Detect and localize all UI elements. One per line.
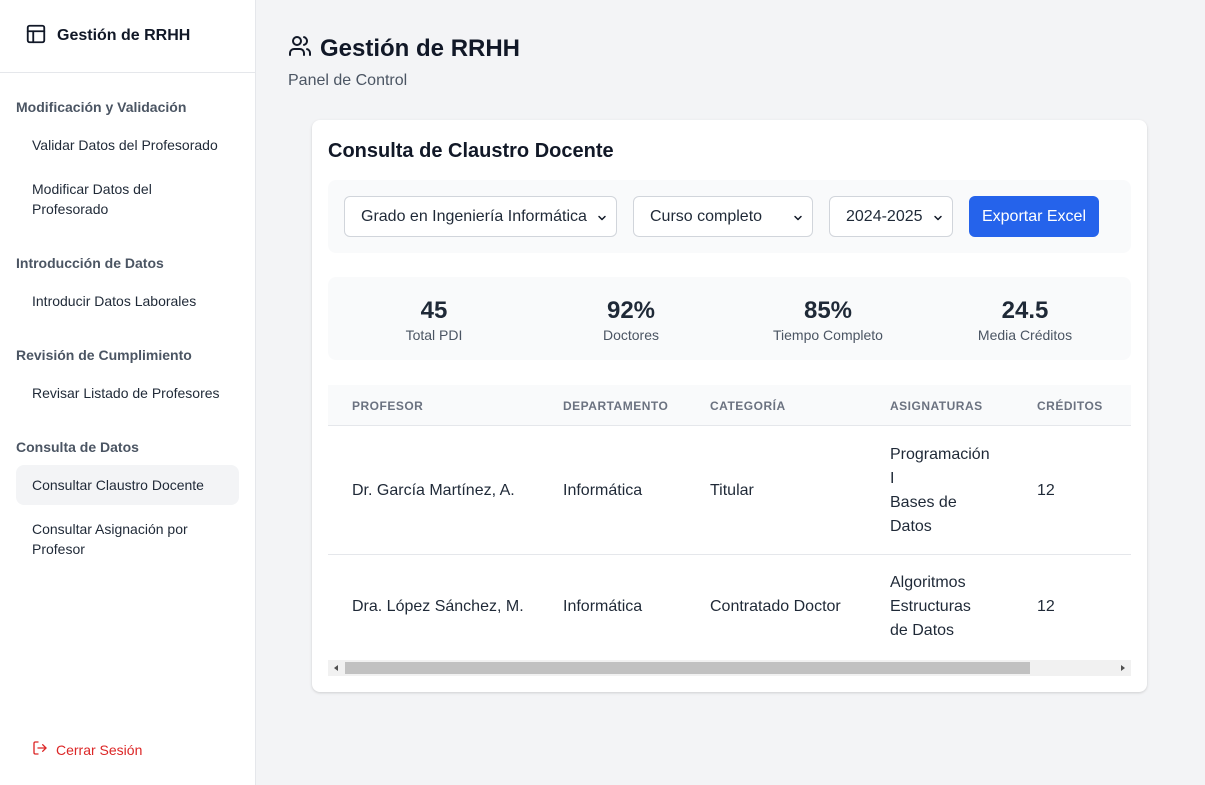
logout-icon xyxy=(32,740,48,759)
sidebar-item-consultar-asignacion[interactable]: Consultar Asignación por Profesor xyxy=(16,509,239,569)
stat-doctores: 92% Doctores xyxy=(531,297,731,343)
table-row: Dr. García Martínez, A. Informática Titu… xyxy=(328,426,1131,555)
cell-departamento: Informática xyxy=(563,598,643,615)
table-row: Dra. López Sánchez, M. Informática Contr… xyxy=(328,555,1131,665)
sidebar-item-introducir-datos[interactable]: Introducir Datos Laborales xyxy=(16,281,239,321)
column-header-profesor[interactable]: PROFESOR xyxy=(352,399,423,413)
claustro-table: PROFESOR DEPARTAMENTO CATEGORÍA ASIGNATU… xyxy=(328,385,1131,677)
column-header-categoria[interactable]: CATEGORÍA xyxy=(710,399,786,413)
stat-tiempo-completo: 85% Tiempo Completo xyxy=(728,297,928,343)
page-title: Gestión de RRHH xyxy=(320,34,521,62)
nav-section-revision: Revisión de Cumplimiento Revisar Listado… xyxy=(16,337,239,413)
degree-select[interactable]: Grado en Ingeniería Informática xyxy=(344,196,617,237)
sidebar-nav: Modificación y Validación Validar Datos … xyxy=(0,73,255,569)
stat-label: Total PDI xyxy=(405,327,463,343)
stat-media-creditos: 24.5 Media Créditos xyxy=(925,297,1125,343)
cell-creditos: 12 xyxy=(1037,482,1055,499)
logout-button[interactable]: Cerrar Sesión xyxy=(32,740,142,759)
brand-title: Gestión de RRHH xyxy=(57,27,191,44)
chevron-down-icon xyxy=(792,211,804,229)
stat-label: Doctores xyxy=(602,327,660,343)
column-header-creditos[interactable]: CRÉDITOS xyxy=(1037,399,1103,413)
year-select[interactable]: 2024-2025 xyxy=(829,196,953,237)
scroll-left-icon[interactable] xyxy=(334,665,338,671)
degree-select-value: Grado en Ingeniería Informática xyxy=(361,207,587,225)
scroll-right-icon[interactable] xyxy=(1121,665,1125,671)
horizontal-scrollbar[interactable] xyxy=(328,660,1131,676)
chevron-down-icon xyxy=(932,211,944,229)
cell-categoria: Titular xyxy=(710,482,754,499)
cell-profesor: Dra. López Sánchez, M. xyxy=(352,598,524,615)
page-header: Gestión de RRHH Panel de Control xyxy=(288,34,520,90)
sidebar-item-validar-datos[interactable]: Validar Datos del Profesorado xyxy=(16,125,239,165)
section-title: Revisión de Cumplimiento xyxy=(16,347,192,363)
scroll-thumb[interactable] xyxy=(345,662,1030,674)
stat-value: 24.5 xyxy=(1001,297,1049,324)
stats-panel: 45 Total PDI 92% Doctores 85% Tiempo Com… xyxy=(328,277,1131,360)
stat-total-pdi: 45 Total PDI xyxy=(334,297,534,343)
stat-value: 85% xyxy=(803,297,853,324)
sidebar-brand: Gestión de RRHH xyxy=(0,0,255,73)
page-subtitle: Panel de Control xyxy=(288,72,408,89)
nav-section-consulta: Consulta de Datos Consultar Claustro Doc… xyxy=(16,429,239,569)
sidebar-item-consultar-claustro[interactable]: Consultar Claustro Docente xyxy=(16,465,239,505)
cell-categoria: Contratado Doctor xyxy=(710,598,841,615)
sidebar-item-revisar-listado[interactable]: Revisar Listado de Profesores xyxy=(16,373,239,413)
cell-creditos: 12 xyxy=(1037,598,1055,615)
course-select-value: Curso completo xyxy=(650,207,763,225)
course-select[interactable]: Curso completo xyxy=(633,196,813,237)
subject-name: Algoritmos xyxy=(890,574,966,591)
card-title: Consulta de Claustro Docente xyxy=(328,140,614,162)
sidebar: Gestión de RRHH Modificación y Validació… xyxy=(0,0,256,785)
table-header: PROFESOR DEPARTAMENTO CATEGORÍA ASIGNATU… xyxy=(328,385,1131,426)
year-select-value: 2024-2025 xyxy=(846,207,923,225)
stat-value: 92% xyxy=(606,297,656,324)
subject-name: Estructuras de Datos xyxy=(890,598,971,639)
users-icon xyxy=(288,34,312,63)
export-excel-button[interactable]: Exportar Excel xyxy=(969,196,1099,237)
stat-label: Tiempo Completo xyxy=(773,327,883,343)
cell-asignaturas: Algoritmos Estructuras de Datos xyxy=(890,571,980,643)
stat-value: 45 xyxy=(420,297,448,324)
subject-name: Programación I xyxy=(890,446,990,487)
section-title: Consulta de Datos xyxy=(16,439,139,455)
logout-label: Cerrar Sesión xyxy=(56,741,143,758)
layout-icon xyxy=(25,23,47,50)
subject-name: Bases de Datos xyxy=(890,494,957,535)
column-header-asignaturas[interactable]: ASIGNATURAS xyxy=(890,399,983,413)
cell-asignaturas: Programación I Bases de Datos xyxy=(890,443,995,539)
section-title: Introducción de Datos xyxy=(16,255,164,271)
claustro-card: Consulta de Claustro Docente Grado en In… xyxy=(312,120,1147,692)
sidebar-item-modificar-datos[interactable]: Modificar Datos del Profesorado xyxy=(16,169,239,229)
cell-departamento: Informática xyxy=(563,482,643,499)
column-header-departamento[interactable]: DEPARTAMENTO xyxy=(563,399,668,413)
filters-bar: Grado en Ingeniería Informática Curso co… xyxy=(328,180,1131,253)
section-title: Modificación y Validación xyxy=(16,99,187,115)
stat-label: Media Créditos xyxy=(977,327,1073,343)
chevron-down-icon xyxy=(596,211,608,229)
nav-section-modificacion: Modificación y Validación Validar Datos … xyxy=(16,89,239,229)
cell-profesor: Dr. García Martínez, A. xyxy=(352,482,515,499)
nav-section-introduccion: Introducción de Datos Introducir Datos L… xyxy=(16,245,239,321)
